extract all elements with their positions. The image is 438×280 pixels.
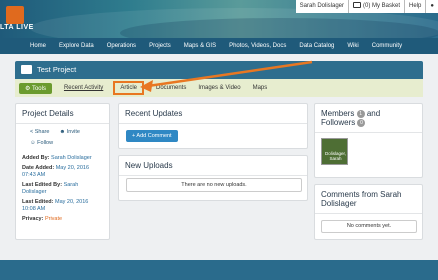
nav-item-home[interactable]: Home: [30, 43, 46, 49]
user-name-link[interactable]: Sarah Dolislager: [296, 0, 350, 13]
site-logo-text: LTA LIVE: [0, 24, 34, 31]
nav-item-projects[interactable]: Projects: [149, 43, 171, 49]
nav-item-community[interactable]: Community: [372, 43, 402, 49]
project-meta: Added By: Sarah Dolislager Date Added: M…: [22, 155, 92, 222]
new-uploads-panel: New Uploads There are no new uploads.: [118, 155, 308, 201]
project-tabs: ⚙ Tools Recent Activity Article Document…: [15, 79, 423, 97]
tab-images-video[interactable]: Images & Video: [198, 85, 240, 91]
tab-maps[interactable]: Maps: [253, 85, 268, 91]
uploads-empty-message: There are no new uploads.: [126, 178, 302, 192]
share-link[interactable]: < Share: [30, 129, 49, 135]
invite-link[interactable]: ☻ Invite: [59, 129, 79, 135]
project-icon: [21, 65, 32, 74]
tools-button[interactable]: ⚙ Tools: [19, 82, 52, 94]
members-heading: Members 1 and Followers 0: [315, 104, 422, 133]
comments-empty-message: No comments yet.: [321, 220, 417, 233]
nav-item-photos-videos-docs[interactable]: Photos, Videos, Docs: [229, 43, 286, 49]
comments-heading: Comments from Sarah Dolislager: [315, 185, 422, 214]
project-title: Test Project: [37, 65, 77, 74]
tab-documents[interactable]: Documents: [156, 85, 186, 91]
tab-recent-activity[interactable]: Recent Activity: [64, 85, 103, 91]
site-logo-icon[interactable]: [6, 6, 24, 24]
member-avatar-name: Dolislager, Sarah: [324, 151, 346, 161]
cart-icon: [353, 2, 362, 9]
added-by-link[interactable]: Sarah Dolislager: [51, 155, 92, 161]
user-menu[interactable]: ●: [426, 0, 438, 13]
page-footer: [0, 260, 438, 280]
comments-panel: Comments from Sarah Dolislager No commen…: [314, 184, 423, 240]
members-panel: Members 1 and Followers 0 Dolislager, Sa…: [314, 103, 423, 178]
project-details-heading: Project Details: [16, 104, 109, 124]
follow-link[interactable]: ☺ Follow: [30, 140, 53, 146]
nav-item-maps-gis[interactable]: Maps & GIS: [184, 43, 216, 49]
help-link[interactable]: Help: [405, 0, 427, 13]
tab-article[interactable]: Article: [113, 81, 144, 95]
user-bar: Sarah Dolislager (0) My Basket Help ●: [295, 0, 438, 13]
add-comment-button[interactable]: + Add Comment: [126, 130, 178, 142]
nav-item-operations[interactable]: Operations: [107, 43, 136, 49]
nav-item-wiki[interactable]: Wiki: [347, 43, 358, 49]
new-uploads-heading: New Uploads: [119, 156, 307, 176]
nav-item-explore-data[interactable]: Explore Data: [59, 43, 94, 49]
privacy-value: Private: [44, 216, 63, 222]
project-header: Test Project: [15, 61, 423, 79]
main-nav: Home Explore Data Operations Projects Ma…: [0, 38, 438, 54]
recent-updates-panel: Recent Updates + Add Comment: [118, 103, 308, 149]
followers-count: 0: [357, 118, 366, 127]
project-details-panel: Project Details < Share ☻ Invite ☺ Follo…: [15, 103, 110, 240]
member-avatar[interactable]: Dolislager, Sarah: [321, 138, 348, 165]
nav-item-data-catalog[interactable]: Data Catalog: [299, 43, 334, 49]
recent-updates-heading: Recent Updates: [119, 104, 307, 124]
basket-link[interactable]: (0) My Basket: [349, 0, 406, 13]
members-count: 1: [356, 109, 365, 118]
